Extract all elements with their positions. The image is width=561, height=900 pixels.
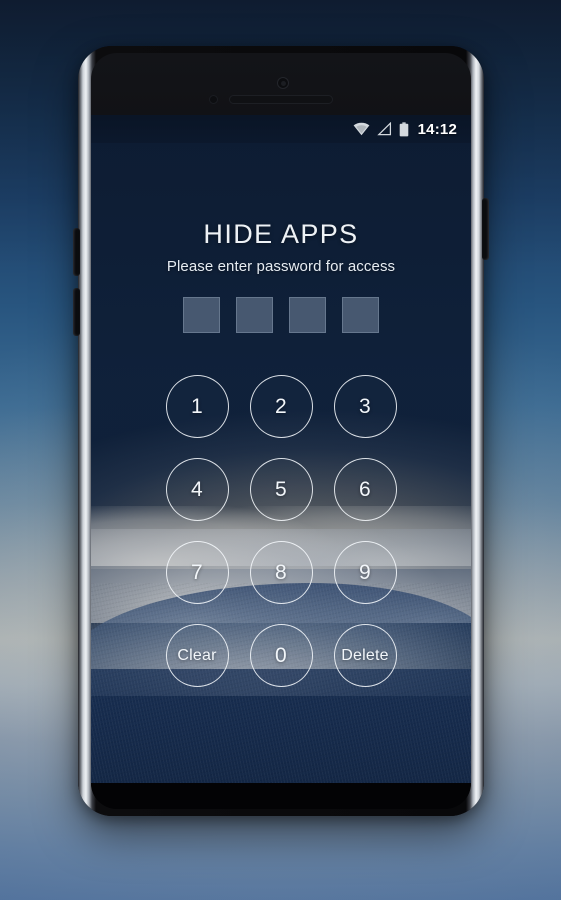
- page-title: HIDE APPS: [203, 219, 359, 249]
- phone-body: 14:12 HIDE APPS Please enter password fo…: [91, 53, 471, 809]
- proximity-sensor-icon: [209, 95, 218, 104]
- key-1[interactable]: 1: [165, 375, 229, 438]
- key-clear[interactable]: Clear: [165, 624, 229, 687]
- key-9[interactable]: 9: [333, 541, 397, 604]
- volume-up-button[interactable]: [73, 228, 80, 276]
- password-box: [289, 297, 326, 333]
- password-box: [342, 297, 379, 333]
- status-bar: 14:12: [91, 115, 471, 143]
- status-bar-clock: 14:12: [417, 120, 457, 138]
- key-7[interactable]: 7: [165, 541, 229, 604]
- numeric-keypad: 1 2 3 4 5 6 7 8 9 Clear 0 Delete: [155, 365, 407, 697]
- front-camera-icon: [277, 77, 289, 89]
- phone-screen: 14:12 HIDE APPS Please enter password fo…: [91, 115, 471, 783]
- battery-icon: [399, 121, 408, 136]
- lock-screen-subtitle: Please enter password for access: [166, 258, 396, 275]
- hide-apps-lock-screen: HIDE APPS Please enter password for acce…: [91, 143, 471, 783]
- earpiece-speaker-icon: [229, 95, 333, 104]
- key-5[interactable]: 5: [249, 458, 313, 521]
- wifi-icon: [353, 122, 370, 136]
- key-6[interactable]: 6: [333, 458, 397, 521]
- phone-bottom-bezel: [91, 783, 471, 809]
- key-4[interactable]: 4: [165, 458, 229, 521]
- password-box: [236, 297, 273, 333]
- key-3[interactable]: 3: [333, 375, 397, 438]
- power-button[interactable]: [482, 198, 489, 260]
- key-0[interactable]: 0: [249, 624, 313, 687]
- password-box: [183, 297, 220, 333]
- volume-down-button[interactable]: [73, 288, 80, 336]
- password-input-display[interactable]: [183, 297, 379, 333]
- phone-device: 14:12 HIDE APPS Please enter password fo…: [73, 46, 489, 816]
- key-delete[interactable]: Delete: [333, 624, 397, 687]
- key-8[interactable]: 8: [249, 541, 313, 604]
- signal-icon: [376, 122, 391, 136]
- key-2[interactable]: 2: [249, 375, 313, 438]
